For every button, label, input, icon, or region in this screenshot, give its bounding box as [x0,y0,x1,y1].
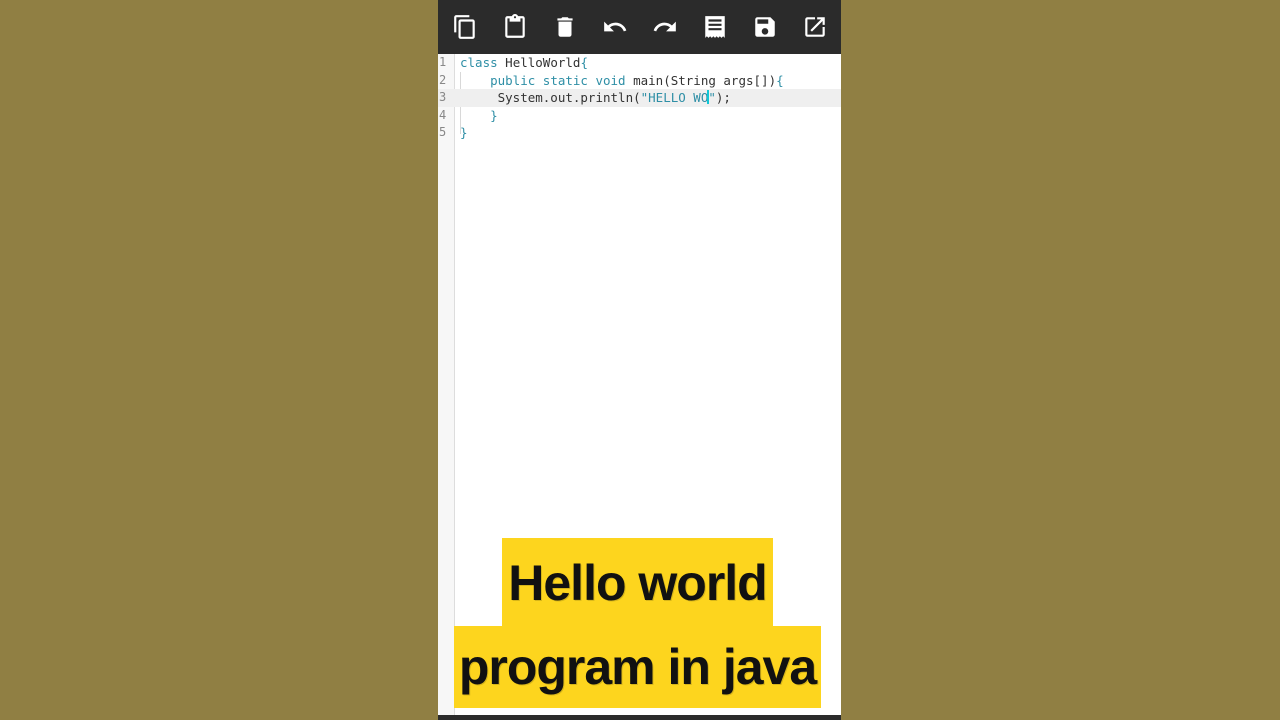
open-external-icon [805,17,825,37]
format-button[interactable] [701,13,729,41]
code-text: } [460,124,468,142]
delete-icon [557,17,573,37]
code-line[interactable]: 2 public static void main(String args[])… [438,72,841,90]
copy-button[interactable] [451,13,479,41]
redo-icon [653,21,676,32]
caption-text-1: Hello world [508,555,767,611]
code-token: { [776,72,784,88]
undo-button[interactable] [601,13,629,41]
code-token: } [460,125,468,140]
caption-line-2: program in java [454,626,821,708]
code-text: class HelloWorld{ [460,54,588,72]
undo-icon [604,21,627,32]
toolbar [438,0,841,54]
code-token: public static void [490,72,626,88]
save-icon [755,17,775,37]
code-token: "HELLO WO [640,90,709,105]
line-number: 5 [439,125,447,139]
code-text: } [460,107,498,125]
delete-button[interactable] [551,13,579,41]
caption-text-2: program in java [458,639,817,695]
code-token: ); [715,90,731,105]
code-token: { [580,55,588,70]
line-number: 3 [439,90,447,104]
line-number: 1 [439,55,447,69]
save-button[interactable] [751,13,779,41]
code-token: System.out.println( [460,90,641,105]
code-line[interactable]: 4 } [438,107,841,125]
code-line[interactable]: 5} [438,124,841,142]
code-line[interactable]: 1 class HelloWorld{ [438,54,841,72]
open-external-button[interactable] [801,13,829,41]
format-icon [705,16,725,38]
code-token: main(String args[]) [625,72,777,88]
code-text: public static void main(String args[]){ [460,72,784,90]
paste-icon [505,14,525,38]
paste-button[interactable] [501,13,529,41]
line-number: 2 [439,72,447,87]
code-text: System.out.println("HELLO WO"); [460,89,731,107]
code-line[interactable]: 3 System.out.println("HELLO WO"); [438,89,841,107]
line-number-gutter [438,54,455,717]
code-token: class [460,55,498,70]
copy-icon [454,15,475,39]
line-number: 4 [439,107,447,122]
code-token: } [490,107,498,123]
code-token: HelloWorld [497,55,581,70]
code-token: " [708,90,716,105]
caption-line-1: Hello world [502,538,773,628]
redo-button[interactable] [651,13,679,41]
bottom-bar [438,715,841,720]
